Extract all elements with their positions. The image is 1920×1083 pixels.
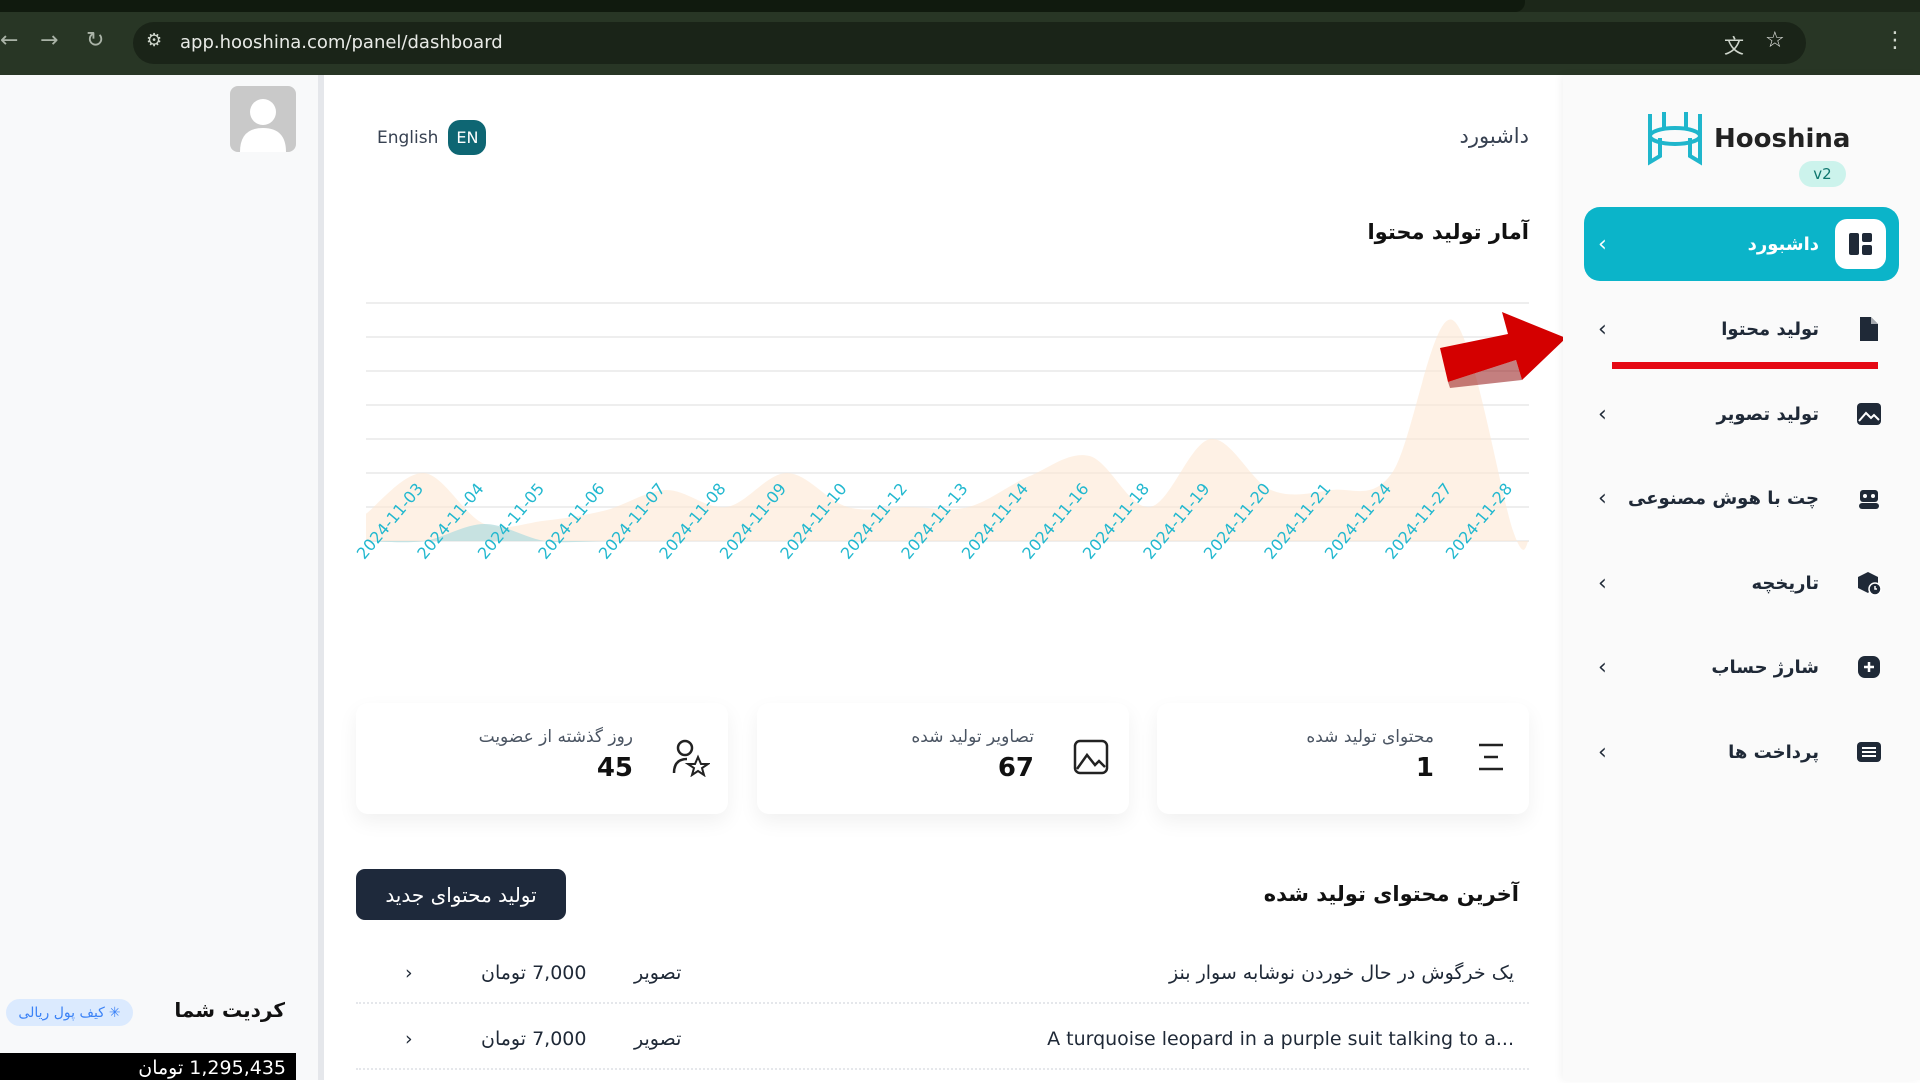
content-chart: 2024-11-032024-11-042024-11-052024-11-06… bbox=[340, 290, 1540, 580]
chevron-left-icon: ‹ bbox=[1598, 317, 1607, 342]
stat-label: روز گذشته از عضویت bbox=[479, 727, 633, 747]
row-title: A turquoise leopard in a purple suit tal… bbox=[1047, 1028, 1514, 1050]
row-type: تصویر bbox=[634, 962, 681, 984]
language-switch[interactable]: English EN bbox=[377, 120, 486, 155]
new-content-button[interactable]: تولید محتوای جدید bbox=[356, 869, 566, 920]
table-row[interactable]: A turquoise leopard in a purple suit tal… bbox=[356, 1010, 1529, 1070]
sidebar-item-label: تاریخچه bbox=[1752, 573, 1820, 594]
dashboard-icon bbox=[1835, 219, 1886, 269]
robot-icon bbox=[1855, 484, 1883, 512]
stat-card-images: تصاویر تولید شده 67 bbox=[757, 703, 1129, 814]
row-price: 7,000 تومان bbox=[481, 962, 586, 984]
sidebar-item-image[interactable]: تولید تصویر ‹ bbox=[1584, 384, 1899, 444]
chevron-left-icon: ‹ bbox=[1598, 571, 1607, 596]
forward-icon[interactable]: → bbox=[40, 28, 58, 53]
chart-title: آمار تولید محتوا bbox=[1367, 220, 1529, 244]
stat-value: 67 bbox=[998, 753, 1034, 783]
table-row[interactable]: یک خرگوش در حال خوردن نوشابه سوار بنز تص… bbox=[356, 944, 1529, 1004]
red-underline-annotation bbox=[1612, 362, 1878, 369]
image-icon bbox=[1071, 737, 1111, 777]
list-icon bbox=[1855, 738, 1883, 766]
chevron-left-icon: ‹ bbox=[1598, 402, 1607, 427]
stat-label: محتوای تولید شده bbox=[1306, 727, 1434, 747]
row-price: 7,000 تومان bbox=[481, 1028, 586, 1050]
user-panel bbox=[0, 75, 318, 1080]
credit-balance: 1,295,435 تومان bbox=[0, 1053, 296, 1080]
hooshina-logo bbox=[1644, 108, 1706, 168]
row-title: یک خرگوش در حال خوردن نوشابه سوار بنز bbox=[1169, 962, 1514, 984]
version-badge: v2 bbox=[1799, 161, 1846, 187]
sidebar-item-payments[interactable]: پرداخت ها ‹ bbox=[1584, 722, 1899, 782]
red-arrow-annotation bbox=[1436, 306, 1570, 388]
chevron-left-icon: ‹ bbox=[1598, 740, 1607, 765]
sidebar-item-charge[interactable]: شارژ حساب ‹ bbox=[1584, 637, 1899, 697]
sidebar-item-content[interactable]: تولید محتوا ‹ bbox=[1584, 299, 1899, 359]
sidebar-item-label: پرداخت ها bbox=[1728, 742, 1819, 763]
file-icon bbox=[1855, 315, 1883, 343]
stat-card-membership: روز گذشته از عضویت 45 bbox=[356, 703, 728, 814]
sidebar-item-label: چت با هوش مصنوعی bbox=[1628, 488, 1819, 509]
list-icon bbox=[1471, 737, 1511, 777]
chevron-left-icon: ‹ bbox=[1598, 232, 1607, 257]
page-title: داشبورد bbox=[1460, 124, 1529, 148]
sidebar-item-chat[interactable]: چت با هوش مصنوعی ‹ bbox=[1584, 468, 1899, 528]
more-icon[interactable]: ⋮ bbox=[1884, 28, 1906, 53]
chevron-left-icon: ‹ bbox=[1598, 486, 1607, 511]
plus-icon bbox=[1855, 653, 1883, 681]
user-icon bbox=[230, 86, 296, 152]
stat-value: 1 bbox=[1416, 753, 1434, 783]
image-icon bbox=[1855, 400, 1883, 428]
sidebar-item-label: شارژ حساب bbox=[1711, 657, 1819, 678]
recent-title: آخرین محتوای تولید شده bbox=[1264, 882, 1519, 906]
brand-name: Hooshina bbox=[1714, 124, 1850, 154]
star-icon[interactable]: ☆ bbox=[1765, 28, 1785, 53]
stat-card-content: محتوای تولید شده 1 bbox=[1157, 703, 1529, 814]
wallet-badge[interactable]: ✳ کیف پول ریالی bbox=[6, 999, 133, 1026]
history-icon bbox=[1855, 569, 1883, 597]
sidebar-item-dashboard[interactable]: داشبورد ‹ bbox=[1584, 207, 1899, 281]
sidebar-item-label: تولید محتوا bbox=[1721, 319, 1819, 340]
chevron-left-icon[interactable]: ‹ bbox=[405, 962, 413, 984]
avatar[interactable] bbox=[230, 86, 296, 152]
translate-icon[interactable]: 文 bbox=[1724, 30, 1744, 59]
wallet-badge-label: کیف پول ریالی bbox=[18, 1005, 104, 1021]
language-badge: EN bbox=[448, 120, 486, 155]
reload-icon[interactable]: ↻ bbox=[86, 28, 104, 53]
sidebar-item-label: داشبورد bbox=[1748, 234, 1819, 255]
back-icon[interactable]: ← bbox=[0, 28, 18, 53]
language-label: English bbox=[377, 128, 438, 148]
stat-value: 45 bbox=[597, 753, 633, 783]
spinner-icon: ✳ bbox=[109, 1005, 121, 1021]
chevron-left-icon: ‹ bbox=[1598, 655, 1607, 680]
chevron-left-icon[interactable]: ‹ bbox=[405, 1028, 413, 1050]
row-type: تصویر bbox=[634, 1028, 681, 1050]
sidebar-item-label: تولید تصویر bbox=[1716, 404, 1819, 425]
sidebar-item-history[interactable]: تاریخچه ‹ bbox=[1584, 553, 1899, 613]
user-star-icon bbox=[670, 737, 710, 777]
url-text[interactable]: app.hooshina.com/panel/dashboard bbox=[180, 32, 503, 53]
stat-label: تصاویر تولید شده bbox=[911, 727, 1034, 747]
credit-title: کردیت شما bbox=[174, 998, 285, 1022]
site-settings-icon[interactable]: ⚙ bbox=[146, 30, 162, 51]
browser-tab[interactable] bbox=[0, 0, 1525, 12]
